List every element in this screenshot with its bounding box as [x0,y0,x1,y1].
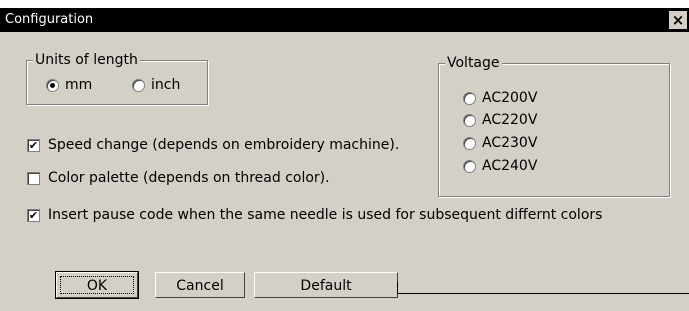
radio-mm-circle[interactable] [46,78,59,92]
configuration-dialog: Configuration × Units of length mm inch … [0,0,689,311]
leader-line [397,293,689,294]
window-title: Configuration [5,12,94,27]
radio-ac220v[interactable]: AC220V [463,112,537,128]
radio-inch[interactable]: inch [132,77,180,93]
top-strip [0,0,689,8]
radio-ac240v[interactable]: AC240V [463,158,537,174]
radio-ac240v-circle[interactable] [463,159,476,173]
radio-ac200v[interactable]: AC200V [463,90,537,106]
radio-ac230v[interactable]: AC230V [463,135,537,151]
checkbox-insert-pause[interactable]: ✔ Insert pause code when the same needle… [27,207,602,223]
default-button-label: Default [300,278,352,294]
checkbox-speed-change-box[interactable]: ✔ [27,138,40,152]
radio-ac220v-circle[interactable] [463,113,476,127]
cancel-button-label: Cancel [176,278,224,294]
radio-ac230v-label: AC230V [482,135,538,151]
voltage-legend: Voltage [445,54,502,72]
title-bar[interactable]: Configuration × [0,8,689,32]
radio-ac200v-label: AC200V [482,90,538,106]
checkbox-color-palette[interactable]: Color palette (depends on thread color). [27,170,330,186]
cancel-button[interactable]: Cancel [155,272,245,298]
radio-ac200v-circle[interactable] [463,91,476,105]
units-of-length-legend: Units of length [33,51,140,69]
checkbox-color-palette-label: Color palette (depends on thread color). [48,170,330,186]
default-button[interactable]: Default [254,272,398,298]
radio-ac230v-circle[interactable] [463,136,476,150]
radio-mm[interactable]: mm [46,77,92,93]
radio-ac240v-label: AC240V [482,158,538,174]
voltage-group: Voltage [438,54,670,197]
ok-button[interactable]: OK [55,271,139,299]
ok-focus-rect [60,276,134,294]
checkbox-color-palette-box[interactable] [27,171,40,185]
checkbox-speed-change[interactable]: ✔ Speed change (depends on embroidery ma… [27,137,399,153]
checkbox-speed-change-label: Speed change (depends on embroidery mach… [48,137,400,153]
radio-inch-circle[interactable] [132,78,145,92]
radio-mm-label: mm [65,77,93,93]
checkbox-insert-pause-label: Insert pause code when the same needle i… [48,207,603,223]
checkbox-insert-pause-box[interactable]: ✔ [27,208,40,222]
close-icon[interactable]: × [669,11,687,29]
radio-inch-label: inch [151,77,181,93]
radio-ac220v-label: AC220V [482,112,538,128]
